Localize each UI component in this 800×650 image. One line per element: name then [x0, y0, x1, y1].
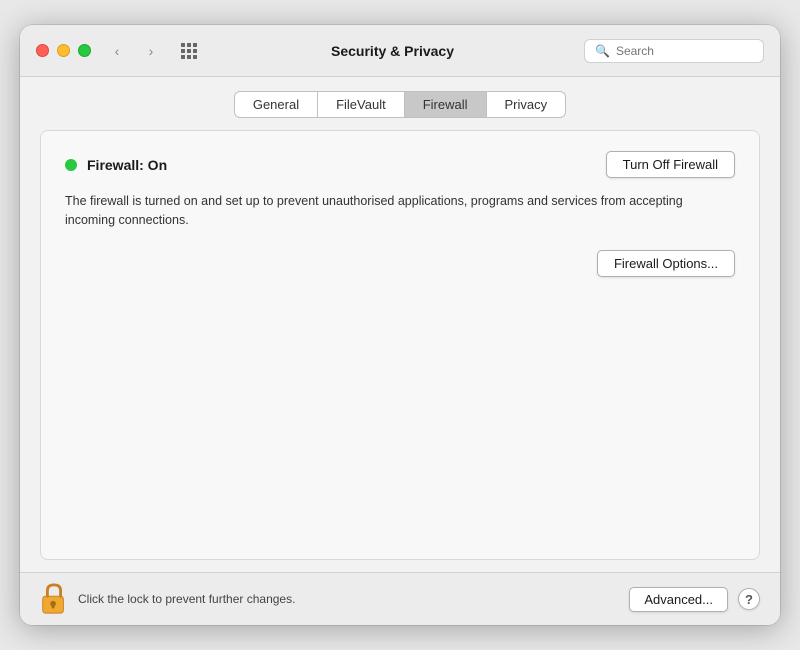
tab-general[interactable]: General [234, 91, 318, 118]
bottom-bar: Click the lock to prevent further change… [20, 572, 780, 625]
back-button[interactable]: ‹ [103, 41, 131, 61]
tab-firewall[interactable]: Firewall [405, 91, 487, 118]
tab-filevault[interactable]: FileVault [318, 91, 405, 118]
firewall-description: The firewall is turned on and set up to … [65, 192, 685, 230]
window: ‹ › Security & Privacy 🔍 General FileVau… [20, 25, 780, 625]
titlebar: ‹ › Security & Privacy 🔍 [20, 25, 780, 77]
firewall-status-left: Firewall: On [65, 157, 167, 173]
status-indicator [65, 159, 77, 171]
tabs-container: General FileVault Firewall Privacy [20, 77, 780, 118]
nav-buttons: ‹ › [103, 41, 165, 61]
maximize-button[interactable] [78, 44, 91, 57]
lock-text: Click the lock to prevent further change… [78, 592, 295, 606]
traffic-lights [36, 44, 91, 57]
firewall-panel: Firewall: On Turn Off Firewall The firew… [40, 130, 760, 560]
minimize-button[interactable] [57, 44, 70, 57]
advanced-button[interactable]: Advanced... [629, 587, 728, 612]
close-button[interactable] [36, 44, 49, 57]
lock-section: Click the lock to prevent further change… [40, 583, 295, 615]
search-bar: 🔍 [584, 39, 764, 63]
search-input[interactable] [616, 44, 746, 58]
forward-button[interactable]: › [137, 41, 165, 61]
content: General FileVault Firewall Privacy Firew… [20, 77, 780, 572]
firewall-options-button[interactable]: Firewall Options... [597, 250, 735, 277]
lock-icon[interactable] [40, 583, 68, 615]
apps-grid-icon[interactable] [181, 43, 197, 59]
firewall-status-label: Firewall: On [87, 157, 167, 173]
help-button[interactable]: ? [738, 588, 760, 610]
window-title: Security & Privacy [213, 43, 572, 59]
tab-privacy[interactable]: Privacy [487, 91, 567, 118]
firewall-options-row: Firewall Options... [65, 250, 735, 277]
search-icon: 🔍 [595, 44, 610, 58]
turn-off-firewall-button[interactable]: Turn Off Firewall [606, 151, 735, 178]
bottom-right: Advanced... ? [629, 587, 760, 612]
firewall-status-row: Firewall: On Turn Off Firewall [65, 151, 735, 178]
